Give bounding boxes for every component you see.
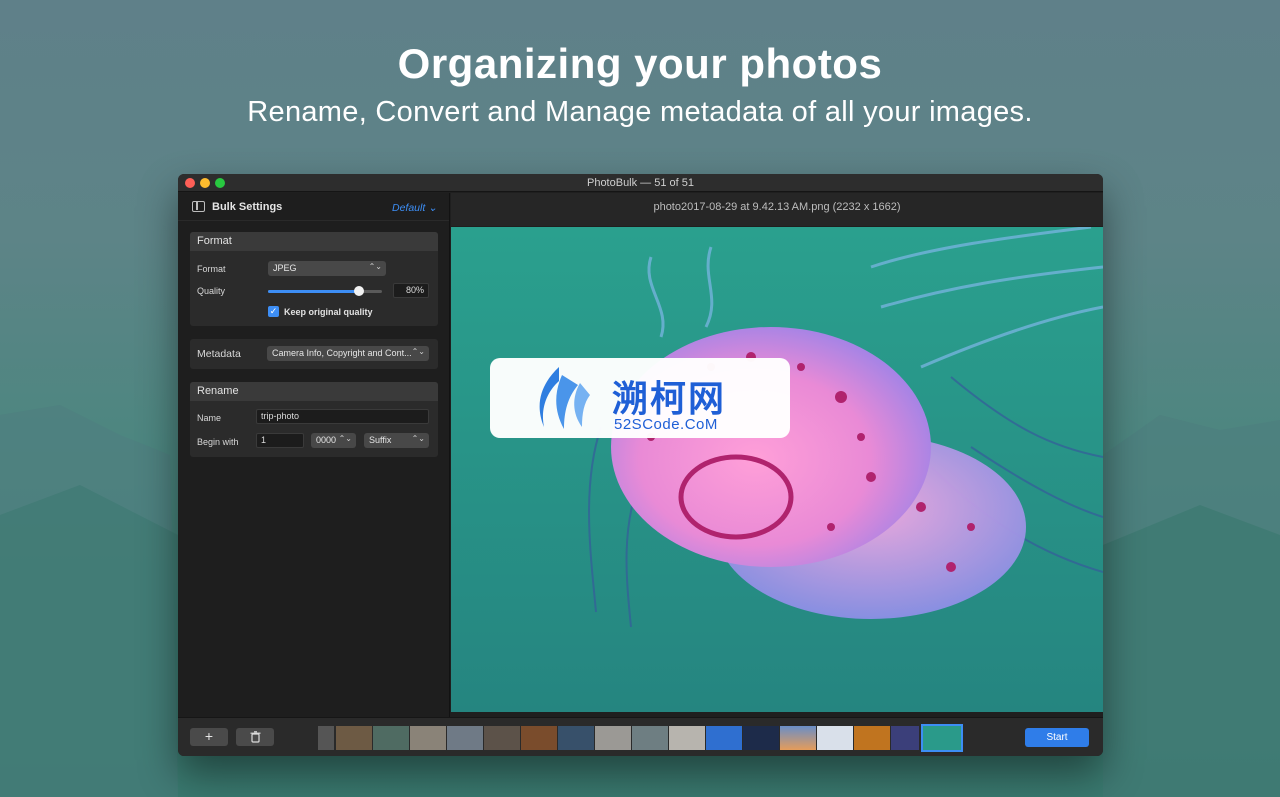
chevron-updown-icon: ⌃⌄ [338,434,352,443]
metadata-label: Metadata [197,348,241,360]
thumbnail[interactable] [521,726,557,750]
thumbnail[interactable] [373,726,409,750]
thumbnail[interactable] [817,726,853,750]
keep-original-checkbox[interactable]: ✓ [268,306,279,317]
rename-panel-header: Rename [190,382,438,401]
thumbnail[interactable] [318,726,334,750]
position-dropdown[interactable]: Suffix ⌃⌄ [364,433,429,448]
format-dropdown[interactable]: JPEG ⌃⌄ [268,261,386,276]
metadata-dropdown[interactable]: Camera Info, Copyright and Cont... ⌃⌄ [267,346,429,361]
bottom-toolbar: + Start [178,717,1103,756]
quality-label: Quality [197,286,226,296]
thumbnail[interactable] [632,726,668,750]
thumbnail[interactable] [854,726,890,750]
thumbnail-selected[interactable] [921,724,963,752]
format-panel: Format Format JPEG ⌃⌄ Quality 80% ✓ Keep… [190,232,438,326]
sidebar-toggle-icon[interactable] [192,201,205,212]
thumbnail[interactable] [484,726,520,750]
watermark-title: 溯柯网 [612,378,727,419]
digits-value: 0000 [316,435,337,445]
position-value: Suffix [369,435,392,445]
add-images-button[interactable]: + [190,728,228,746]
preview-filename: photo2017-08-29 at 9.42.13 AM.png (2232 … [451,193,1103,226]
keep-original-label: Keep original quality [284,307,373,317]
quality-slider-knob[interactable] [354,286,364,296]
watermark-subtitle: 52SCode.CoM [614,416,718,433]
title-bar: PhotoBulk — 51 of 51 [178,174,1103,192]
thumbnail[interactable] [743,726,779,750]
name-label: Name [197,413,222,423]
start-button[interactable]: Start [1025,728,1089,747]
delete-images-button[interactable] [236,728,274,746]
thumbnail[interactable] [595,726,631,750]
sidebar-title: Bulk Settings [212,201,283,213]
thumbnail[interactable] [558,726,594,750]
promo-title: Organizing your photos [397,40,883,87]
wing-logo-icon [539,367,590,429]
preview-image [451,227,1103,712]
thumbnail[interactable] [706,726,742,750]
preset-dropdown[interactable]: Default ⌄ [392,202,437,214]
metadata-panel: Metadata Camera Info, Copyright and Cont… [190,339,438,369]
name-value: trip-photo [261,411,300,421]
quality-slider-fill [268,290,358,293]
begin-with-value: 1 [261,435,267,445]
format-panel-header: Format [190,232,438,251]
rename-panel: Rename Name trip-photo Begin with 1 0000… [190,382,438,457]
thumbnail[interactable] [669,726,705,750]
app-window: PhotoBulk — 51 of 51 Bulk Settings Defau… [178,174,1103,756]
watermark-banner: 溯柯网 52SCode.CoM [490,358,790,438]
format-value: JPEG [273,263,297,273]
begin-with-label: Begin with [197,437,239,447]
name-field[interactable]: trip-photo [256,409,429,424]
format-label: Format [197,264,226,274]
thumbnail[interactable] [891,726,919,750]
metadata-value: Camera Info, Copyright and Cont... [272,348,412,358]
sidebar-header: Bulk Settings Default ⌄ [178,193,449,221]
thumbnail[interactable] [447,726,483,750]
begin-with-field[interactable]: 1 [256,433,304,448]
quality-field[interactable]: 80% [393,283,429,298]
window-title: PhotoBulk — 51 of 51 [586,177,694,189]
jellyfish-image [451,227,1103,712]
promo-subtitle: Rename, Convert and Manage metadata of a… [247,96,1033,128]
thumbnail[interactable] [780,726,816,750]
preset-label: Default [392,202,426,214]
trash-icon [250,731,260,743]
chevron-updown-icon: ⌃⌄ [411,347,425,356]
quality-value: 80% [405,285,424,295]
settings-sidebar: Bulk Settings Default ⌄ Format Format JP… [178,193,450,717]
digits-dropdown[interactable]: 0000 ⌃⌄ [311,433,356,448]
thumbnail[interactable] [336,726,372,750]
thumbnail[interactable] [410,726,446,750]
chevron-updown-icon: ⌃⌄ [411,434,425,443]
plus-icon: + [204,728,214,744]
chevron-updown-icon: ⌃⌄ [368,262,382,271]
quality-slider[interactable] [268,286,382,296]
